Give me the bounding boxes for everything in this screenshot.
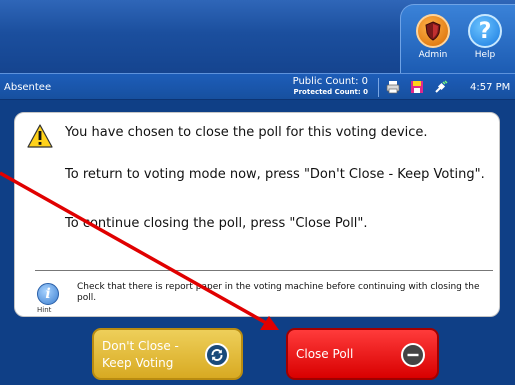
warning-icon [27,124,53,148]
dialog-divider [35,270,493,271]
status-icons [386,80,448,94]
disk-icon [410,80,424,94]
hint-text: Check that there is report paper in the … [77,282,480,303]
dialog-message-return: To return to voting mode now, press "Don… [65,167,485,182]
dialog-message-primary: You have chosen to close the poll for th… [65,125,428,140]
close-poll-dialog: You have chosen to close the poll for th… [14,112,500,317]
keep-voting-label: Don't Close - Keep Voting [102,339,179,370]
status-separator [378,78,379,97]
public-count: Public Count: 0 [292,76,368,87]
dialog-message-continue: To continue closing the poll, press "Clo… [65,216,368,231]
help-label: Help [474,50,496,60]
close-poll-label: Close Poll [296,347,354,361]
status-bar: Absentee Public Count: 0 Protected Count… [0,73,515,100]
help-icon: ? [468,14,502,48]
help-button[interactable]: ? Help [460,10,510,70]
top-bar: Admin ? Help [0,0,515,74]
admin-button[interactable]: Admin [408,10,458,70]
protected-count: Protected Count: 0 [293,88,368,96]
minus-circle-icon [401,343,425,367]
power-plug-icon [434,80,448,94]
admin-label: Admin [418,50,448,60]
dont-close-keep-voting-button[interactable]: Don't Close - Keep Voting [92,328,243,380]
counts-area: Public Count: 0 Protected Count: 0 [262,76,368,96]
clock-time: 4:57 PM [470,82,511,93]
shield-icon [416,14,450,48]
mode-label: Absentee [4,82,52,93]
hint-label: Hint [37,306,52,314]
printer-icon [386,80,400,94]
refresh-icon [205,343,229,367]
close-poll-button[interactable]: Close Poll [286,328,439,380]
hint-icon: i [37,283,59,305]
